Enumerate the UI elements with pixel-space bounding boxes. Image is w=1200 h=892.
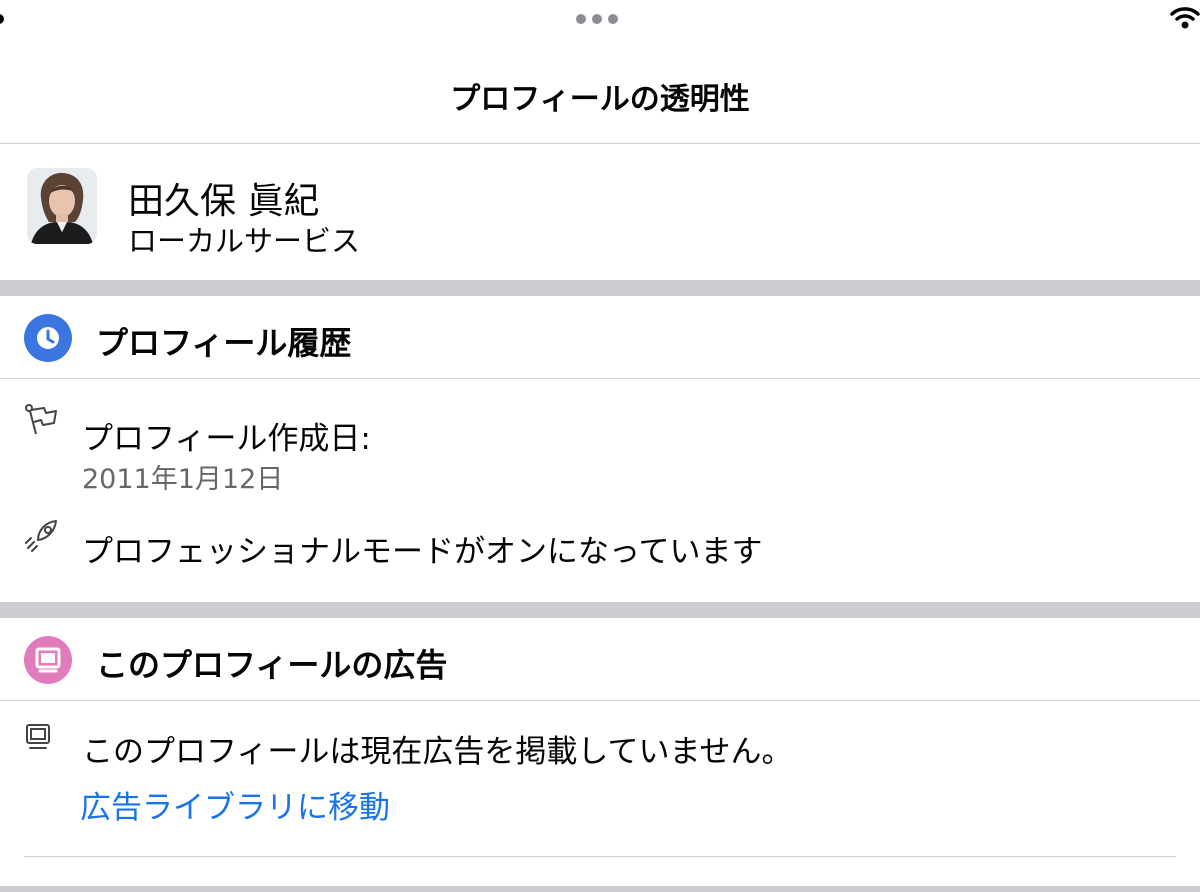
status-bar — [0, 0, 1200, 40]
history-section-header: プロフィール履歴 — [0, 296, 1200, 379]
profile-name: 田久保 眞紀 — [128, 181, 320, 222]
wifi-icon — [1170, 7, 1200, 29]
bottom-divider — [24, 856, 1176, 857]
ads-section-title: このプロフィールの広告 — [96, 646, 448, 684]
profile-category: ローカルサービス — [128, 224, 361, 258]
ads-section-header: このプロフィールの広告 — [0, 618, 1200, 701]
title-bar: プロフィールの透明性 — [0, 40, 1200, 144]
monitor-icon — [24, 636, 72, 684]
status-left-indicator — [0, 14, 4, 24]
rocket-icon — [25, 520, 57, 552]
clock-icon — [24, 314, 72, 362]
section-divider — [0, 602, 1200, 618]
flag-icon — [25, 404, 57, 435]
section-divider — [0, 886, 1200, 892]
monitor-outline-icon — [26, 724, 50, 749]
profile-transparency-page: プロフィールの透明性 田久保 眞紀 ローカルサービス プロフィール履歴 プロフィ… — [0, 0, 1200, 892]
profile-created-label: プロフィール作成日: — [82, 421, 371, 457]
avatar[interactable] — [27, 168, 97, 244]
section-divider — [0, 280, 1200, 296]
page-title: プロフィールの透明性 — [450, 82, 750, 117]
professional-mode-status: プロフェッショナルモードがオンになっています — [82, 534, 763, 570]
ads-status-text: このプロフィールは現在広告を掲載していません。 — [82, 734, 793, 770]
history-section-title: プロフィール履歴 — [96, 324, 352, 362]
more-dots-icon[interactable] — [576, 14, 618, 24]
ad-library-link[interactable]: 広告ライブラリに移動 — [80, 782, 390, 827]
profile-summary[interactable]: 田久保 眞紀 ローカルサービス — [0, 144, 1200, 280]
profile-created-date: 2011年1月12日 — [82, 464, 284, 495]
